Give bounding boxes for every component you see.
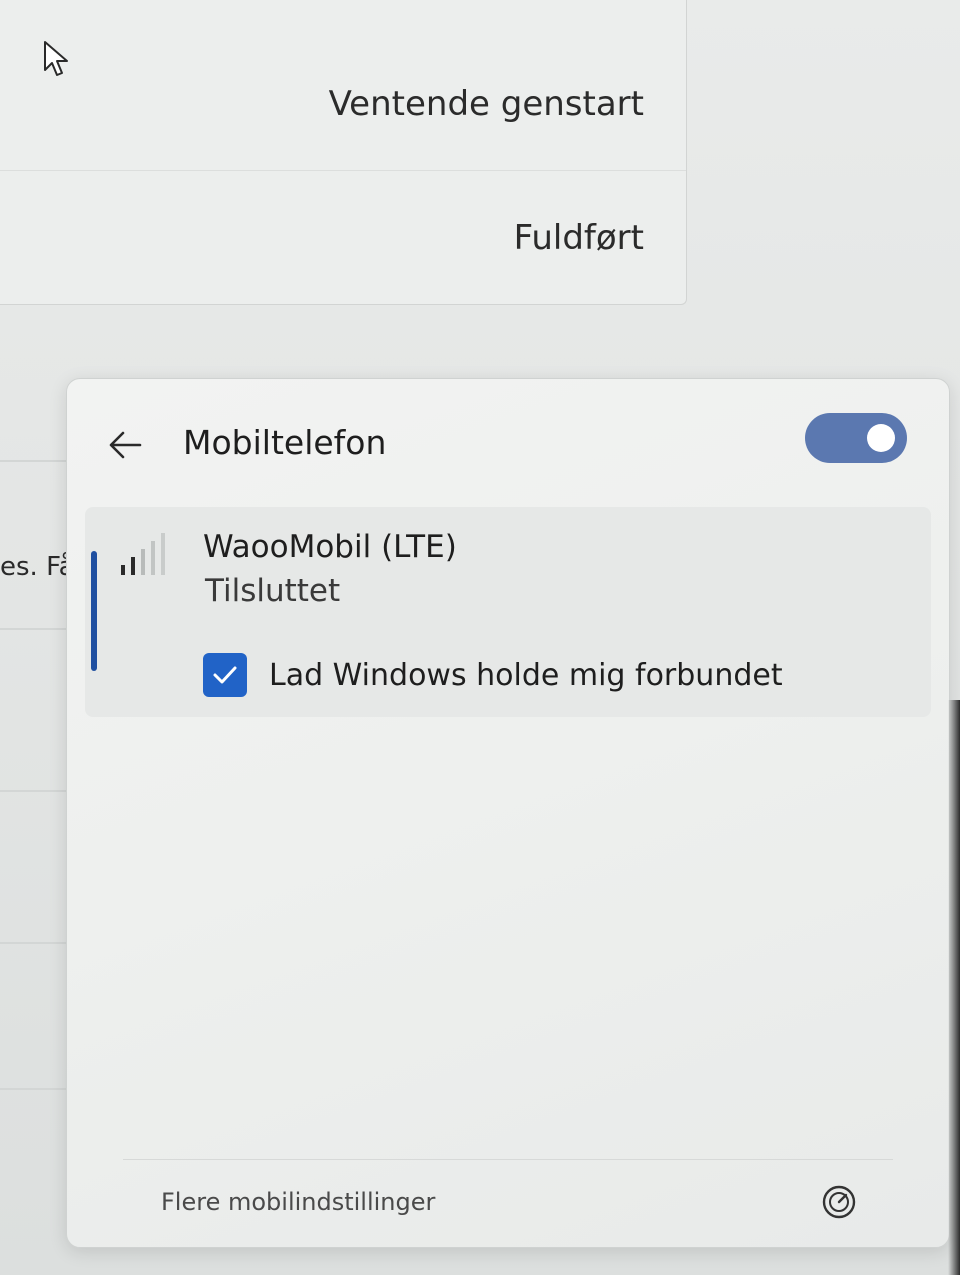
background-divider [0, 460, 66, 462]
flyout-title: Mobiltelefon [183, 423, 387, 462]
network-status: Tilsluttet [205, 573, 341, 609]
selected-indicator [91, 551, 97, 671]
settings-gauge-icon[interactable] [821, 1184, 857, 1220]
cellular-signal-icon [121, 533, 165, 575]
checkmark-icon [213, 666, 237, 684]
auto-connect-checkbox[interactable] [203, 653, 247, 697]
auto-connect-label: Lad Windows holde mig forbundet [269, 657, 783, 693]
status-row-completed[interactable]: Fuldført [0, 170, 686, 304]
more-cellular-settings-link[interactable]: Flere mobilindstillinger [161, 1188, 435, 1216]
status-row-pending-restart[interactable]: Ventende genstart [0, 36, 686, 171]
flyout-footer: Flere mobilindstillinger [123, 1159, 893, 1240]
flyout-header: Mobiltelefon [67, 379, 949, 504]
network-list-item[interactable]: WaooMobil (LTE) Tilsluttet Lad Windows h… [85, 507, 931, 717]
update-status-panel: Ventende genstart Fuldført [0, 0, 687, 305]
toggle-knob [867, 424, 895, 452]
cellular-toggle[interactable] [805, 413, 907, 463]
back-arrow-icon [109, 431, 142, 459]
status-label-completed: Fuldført [513, 218, 644, 258]
status-label-pending-restart: Ventende genstart [328, 84, 644, 124]
cellular-flyout: Mobiltelefon WaooMobil (LTE) Tilsluttet … [66, 378, 950, 1248]
background-partial-text: es. Få [0, 552, 75, 582]
back-button[interactable] [103, 423, 147, 467]
network-name: WaooMobil (LTE) [203, 529, 457, 565]
screen-edge [948, 700, 960, 1275]
auto-connect-option[interactable]: Lad Windows holde mig forbundet [203, 651, 783, 699]
